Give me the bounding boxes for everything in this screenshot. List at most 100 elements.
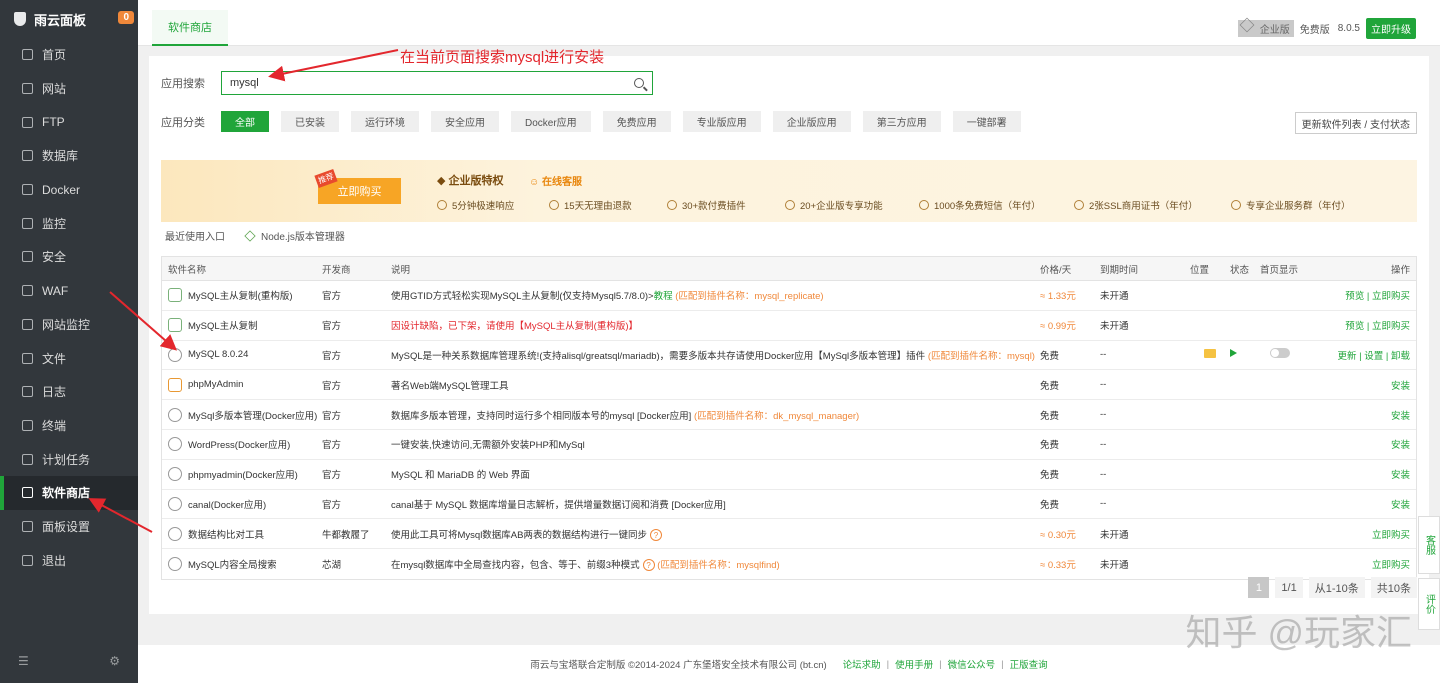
brand[interactable]: 雨云面板 0 bbox=[0, 0, 138, 38]
sidebar-item-7[interactable]: WAF bbox=[0, 274, 138, 308]
table-row: WordPress(Docker应用) 官方 一键安装,快速访问,无需额外安装PHP… bbox=[162, 430, 1416, 460]
annotation-text: 在当前页面搜索mysql进行安装 bbox=[400, 49, 605, 66]
play-icon[interactable] bbox=[1230, 349, 1237, 358]
category-8[interactable]: 第三方应用 bbox=[862, 111, 941, 132]
software-name[interactable]: MySQL主从复制 bbox=[162, 318, 322, 333]
category-7[interactable]: 企业版应用 bbox=[772, 111, 851, 132]
category-5[interactable]: 免费应用 bbox=[602, 111, 671, 132]
software-name[interactable]: WordPress(Docker应用) bbox=[162, 437, 322, 452]
enterprise-tag[interactable]: 企业版 bbox=[1237, 17, 1294, 37]
help-icon[interactable]: ? bbox=[649, 529, 662, 542]
upgrade-button[interactable]: 立即升级 bbox=[1366, 18, 1416, 39]
home-display-toggle[interactable] bbox=[1270, 348, 1290, 359]
software-table: 软件名称 开发商 说明 价格/天 到期时间 位置 状态 首页显示 操作 MySQ… bbox=[161, 256, 1417, 580]
row-actions[interactable]: 安装 bbox=[1320, 408, 1416, 422]
sidebar-item-9[interactable]: 文件 bbox=[0, 341, 138, 375]
notification-badge[interactable]: 0 bbox=[118, 11, 134, 24]
sidebar-item-14[interactable]: 面板设置 bbox=[0, 510, 138, 544]
sidebar-item-10[interactable]: 日志 bbox=[0, 375, 138, 409]
footer-link-wechat[interactable]: 微信公众号 bbox=[948, 657, 996, 671]
row-actions[interactable]: 预览 | 立即购买 bbox=[1320, 318, 1416, 332]
folder-icon[interactable] bbox=[1204, 348, 1216, 358]
software-name[interactable]: MySQL主从复制(重构版) bbox=[162, 288, 322, 303]
expire: 未开通 bbox=[1100, 291, 1129, 303]
site-monitor-icon bbox=[22, 318, 33, 330]
developer: 官方 bbox=[322, 410, 342, 422]
category-1[interactable]: 已安装 bbox=[281, 111, 339, 132]
tab-software-store[interactable]: 软件商店 bbox=[152, 10, 228, 46]
online-service-link[interactable]: ☺ 在线客服 bbox=[529, 173, 582, 188]
row-actions[interactable]: 安装 bbox=[1320, 378, 1416, 392]
sidebar-item-13[interactable]: 软件商店 bbox=[0, 475, 138, 510]
row-actions[interactable]: 预览 | 立即购买 bbox=[1320, 288, 1416, 302]
search-icon[interactable] bbox=[634, 78, 644, 88]
feature-icon bbox=[437, 200, 447, 210]
category-3[interactable]: 安全应用 bbox=[431, 111, 499, 132]
sidebar-item-0[interactable]: 首页 bbox=[0, 38, 138, 72]
banner-feature: 30+款付费插件 bbox=[667, 198, 785, 212]
software-name[interactable]: MySQL 8.0.24 bbox=[162, 347, 322, 362]
software-icon bbox=[168, 288, 182, 303]
software-name[interactable]: phpMyAdmin bbox=[162, 377, 322, 392]
software-name[interactable]: phpmyadmin(Docker应用) bbox=[162, 467, 322, 482]
row-actions[interactable]: 立即购买 bbox=[1320, 527, 1416, 541]
software-name[interactable]: MySql多版本管理(Docker应用) bbox=[162, 407, 322, 422]
sidebar-item-1[interactable]: 网站 bbox=[0, 72, 138, 106]
topbar: 软件商店 企业版 免费版 8.0.5 立即升级 bbox=[138, 0, 1440, 46]
page-1[interactable]: 1 bbox=[1248, 577, 1270, 598]
status bbox=[1230, 349, 1250, 360]
footer-link-manual[interactable]: 使用手册 bbox=[895, 657, 933, 671]
price: 免费 bbox=[1040, 499, 1060, 511]
sidebar-item-2[interactable]: FTP bbox=[0, 105, 138, 139]
sidebar-item-15[interactable]: 退出 bbox=[0, 543, 138, 577]
description: canal基于 MySQL 数据库增量日志解析，提供增量数据订阅和消费 [Doc… bbox=[391, 499, 726, 511]
category-9[interactable]: 一键部署 bbox=[952, 111, 1021, 132]
buy-now-button[interactable]: 推荐 立即购买 bbox=[314, 168, 401, 204]
row-actions[interactable]: 更新 | 设置 | 卸载 bbox=[1320, 348, 1416, 362]
sidebar-item-label: 退出 bbox=[42, 553, 67, 568]
recent-item-nodejs[interactable]: Node.js版本管理器 bbox=[261, 228, 345, 243]
category-6[interactable]: 专业版应用 bbox=[682, 111, 761, 132]
description: 在mysql数据库中全局查找内容，包含、等于、前缀3种模式? (匹配到插件名称：… bbox=[391, 559, 780, 572]
sidebar-item-12[interactable]: 计划任务 bbox=[0, 442, 138, 476]
help-icon[interactable]: ? bbox=[642, 559, 655, 572]
row-actions[interactable]: 立即购买 bbox=[1320, 557, 1416, 571]
category-4[interactable]: Docker应用 bbox=[511, 111, 591, 132]
sidebar-item-5[interactable]: 监控 bbox=[0, 206, 138, 240]
software-name[interactable]: canal(Docker应用) bbox=[162, 496, 322, 511]
collapse-icon[interactable]: ☰ bbox=[18, 654, 29, 668]
row-actions[interactable]: 安装 bbox=[1320, 497, 1416, 511]
category-0[interactable]: 全部 bbox=[221, 111, 269, 132]
sidebar-item-label: 面板设置 bbox=[42, 519, 91, 534]
row-actions[interactable]: 安装 bbox=[1320, 467, 1416, 481]
category-2[interactable]: 运行环境 bbox=[351, 111, 419, 132]
search-input[interactable]: mysql bbox=[221, 71, 653, 95]
sidebar-item-label: 文件 bbox=[42, 351, 67, 366]
review-float[interactable]: 评价 bbox=[1418, 578, 1440, 630]
table-row: MySQL 8.0.24 官方 MySQL是一种关系数据库管理系统!(支持alisq… bbox=[162, 341, 1416, 371]
software-icon bbox=[168, 526, 182, 541]
software-icon bbox=[168, 496, 182, 511]
sidebar-item-3[interactable]: 数据库 bbox=[0, 139, 138, 173]
expire: -- bbox=[1100, 349, 1107, 361]
customer-service-float[interactable]: 客服 bbox=[1418, 516, 1440, 574]
row-actions[interactable]: 安装 bbox=[1320, 437, 1416, 451]
pagination: 1 1/1 从1-10条 共10条 bbox=[1242, 577, 1417, 598]
sidebar-item-label: FTP bbox=[42, 115, 65, 130]
description: MySQL是一种关系数据库管理系统!(支持alisql/greatsql/mar… bbox=[391, 350, 1035, 362]
sidebar-item-6[interactable]: 安全 bbox=[0, 240, 138, 274]
software-name[interactable]: MySQL内容全局搜索 bbox=[162, 557, 322, 572]
version-number: 8.0.5 bbox=[1337, 23, 1360, 34]
sidebar-item-11[interactable]: 终端 bbox=[0, 409, 138, 443]
tutorial-link[interactable]: 教程 bbox=[654, 291, 673, 302]
settings-small-icon[interactable]: ⚙ bbox=[109, 654, 120, 668]
refresh-list-button[interactable]: 更新软件列表 / 支付状态 bbox=[1294, 112, 1417, 134]
developer: 官方 bbox=[322, 440, 342, 452]
sidebar-item-4[interactable]: Docker bbox=[0, 173, 138, 207]
footer-link-license[interactable]: 正版查询 bbox=[1010, 657, 1048, 671]
sidebar-item-8[interactable]: 网站监控 bbox=[0, 308, 138, 342]
expire: -- bbox=[1100, 379, 1107, 391]
shield-icon bbox=[22, 251, 33, 263]
footer-link-forum[interactable]: 论坛求助 bbox=[843, 657, 881, 671]
software-name[interactable]: 数据结构比对工具 bbox=[162, 526, 322, 541]
